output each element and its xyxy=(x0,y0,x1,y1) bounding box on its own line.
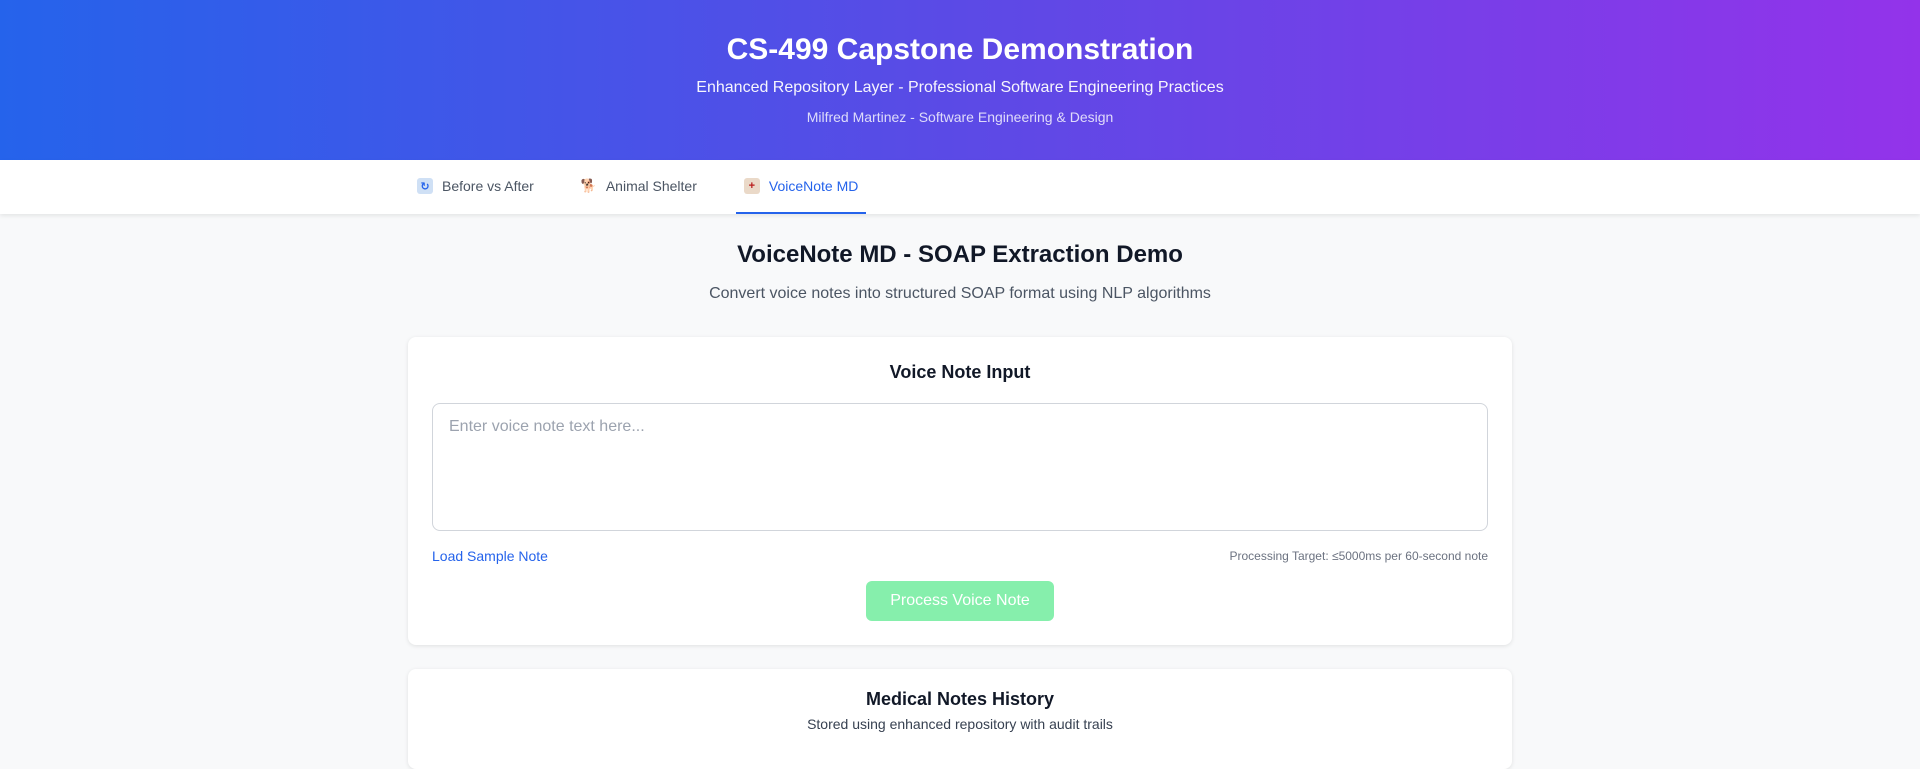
load-sample-note-link[interactable]: Load Sample Note xyxy=(432,548,548,564)
voice-note-textarea[interactable] xyxy=(432,403,1488,531)
tab-label: VoiceNote MD xyxy=(768,178,859,194)
main-content: VoiceNote MD - SOAP Extraction Demo Conv… xyxy=(0,240,1920,303)
tab-voicenote-md[interactable]: + VoiceNote MD xyxy=(735,160,867,214)
medical-notes-history-card: Medical Notes History Stored using enhan… xyxy=(408,669,1512,769)
refresh-icon: ↻ xyxy=(417,178,433,194)
tab-animal-shelter[interactable]: 🐕 Animal Shelter xyxy=(573,160,705,214)
tab-label: Before vs After xyxy=(442,178,534,194)
section-title: VoiceNote MD - SOAP Extraction Demo xyxy=(737,241,1183,268)
tab-label: Animal Shelter xyxy=(605,178,697,194)
card-title: Medical Notes History xyxy=(865,689,1055,709)
hospital-icon: + xyxy=(743,178,760,194)
process-voice-note-button[interactable]: Process Voice Note xyxy=(866,581,1054,621)
tab-before-vs-after[interactable]: ↻ Before vs After xyxy=(409,160,542,214)
section-description: Convert voice notes into structured SOAP… xyxy=(709,285,1211,302)
card-description: Stored using enhanced repository with au… xyxy=(807,716,1113,732)
processing-target-text: Processing Target: ≤5000ms per 60-second… xyxy=(1229,549,1488,563)
author-line: Milfred Martinez - Software Engineering … xyxy=(806,109,1114,125)
tab-navigation: ↻ Before vs After 🐕 Animal Shelter + Voi… xyxy=(0,160,1920,214)
page-subtitle: Enhanced Repository Layer - Professional… xyxy=(696,79,1224,96)
dog-icon: 🐕 xyxy=(580,178,597,193)
page-header: CS-499 Capstone Demonstration Enhanced R… xyxy=(0,0,1920,160)
page-title: CS-499 Capstone Demonstration xyxy=(726,33,1194,66)
card-title: Voice Note Input xyxy=(889,362,1031,382)
voice-note-input-card: Voice Note Input Load Sample Note Proces… xyxy=(408,337,1512,645)
